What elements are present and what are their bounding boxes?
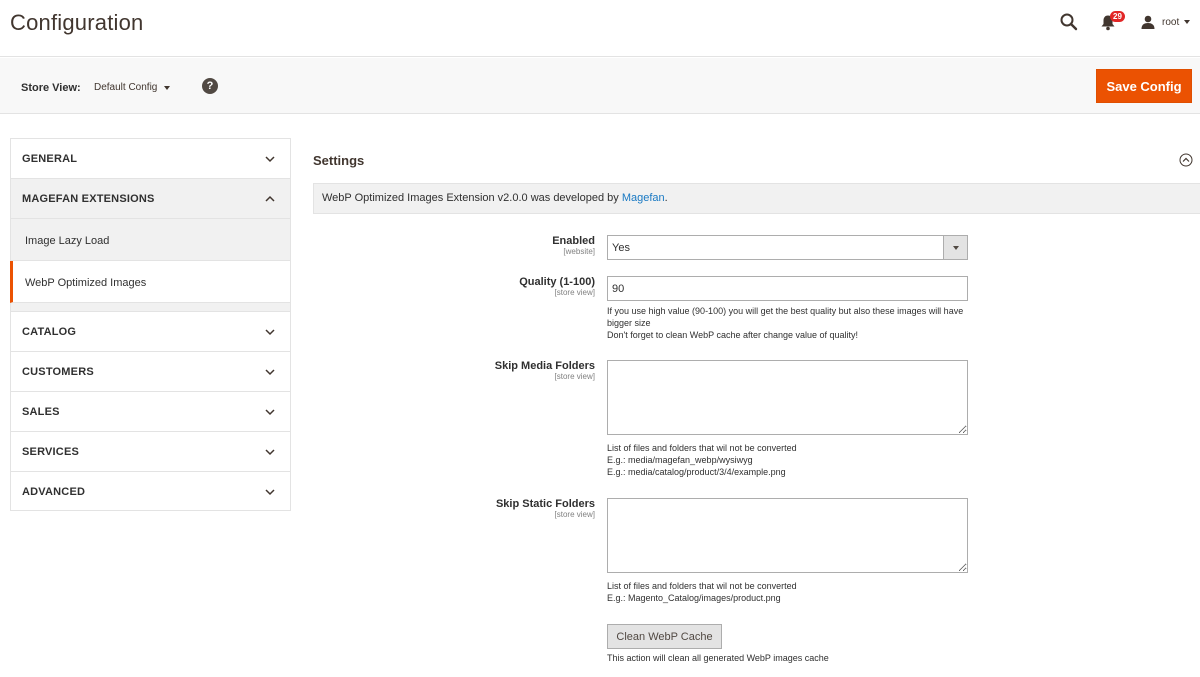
extension-info-text: WebP Optimized Images Extension v2.0.0 w… [322, 192, 668, 204]
sidebar-item-webp-optimized-images[interactable]: WebP Optimized Images [10, 261, 290, 303]
chevron-down-icon [265, 329, 275, 336]
quality-scope: [store view] [554, 288, 595, 297]
enabled-label: Enabled [552, 235, 595, 247]
sidebar-section-general[interactable]: GENERAL [10, 138, 291, 178]
extension-info-bar: WebP Optimized Images Extension v2.0.0 w… [313, 183, 1200, 214]
sidebar-section-customers[interactable]: CUSTOMERS [10, 351, 291, 391]
user-icon [1141, 15, 1155, 29]
quality-note: If you use high value (90-100) you will … [607, 306, 964, 340]
chevron-down-icon [265, 449, 275, 456]
skip-media-label: Skip Media Folders [494, 360, 595, 372]
skip-media-folders-textarea[interactable] [607, 360, 968, 435]
sidebar-section-label: ADVANCED [22, 486, 86, 498]
user-name: root [1162, 16, 1180, 28]
magefan-link[interactable]: Magefan [622, 192, 665, 204]
skip-static-note: List of files and folders that wil not b… [607, 581, 797, 603]
submenu-spacer [11, 303, 290, 311]
chevron-down-icon [265, 369, 275, 376]
chevron-down-icon [265, 156, 275, 163]
sidebar-item-label: WebP Optimized Images [25, 277, 147, 289]
search-icon[interactable] [1059, 12, 1079, 32]
store-view-toolbar [0, 58, 1200, 114]
sidebar-submenu: Image Lazy Load WebP Optimized Images [10, 218, 291, 311]
quality-input[interactable] [607, 276, 968, 301]
enabled-select[interactable]: Yes [607, 235, 968, 260]
notifications-count-badge: 29 [1110, 11, 1125, 22]
settings-section-title[interactable]: Settings [313, 153, 364, 168]
sidebar-section-label: GENERAL [22, 153, 78, 165]
user-menu[interactable]: root [1141, 12, 1191, 32]
chevron-down-icon [164, 85, 171, 90]
chevron-down-icon [943, 236, 967, 259]
chevron-down-icon [1184, 20, 1191, 24]
store-view-dropdown[interactable]: Default Config [94, 82, 171, 93]
sidebar-section-label: SERVICES [22, 446, 80, 458]
enabled-label-block: Enabled [website] [395, 235, 595, 256]
collapse-section-icon[interactable] [1179, 153, 1193, 167]
sidebar-section-label: CUSTOMERS [22, 366, 94, 378]
sidebar-section-label: SALES [22, 406, 60, 418]
sidebar-section-catalog[interactable]: CATALOG [10, 311, 291, 351]
sidebar-section-label: CATALOG [22, 326, 77, 338]
skip-static-label: Skip Static Folders [495, 498, 595, 510]
enabled-select-value: Yes [612, 242, 630, 254]
skip-static-scope: [store view] [554, 510, 595, 519]
page-header: Configuration 29 root [0, 0, 1200, 57]
skip-media-label-block: Skip Media Folders [store view] [395, 360, 595, 381]
skip-media-note: List of files and folders that wil not b… [607, 443, 797, 477]
enabled-scope: [website] [563, 247, 595, 256]
save-config-button[interactable]: Save Config [1096, 69, 1192, 103]
clean-cache-note: This action will clean all generated Web… [607, 653, 829, 663]
chevron-down-icon [265, 409, 275, 416]
config-sidebar: GENERAL MAGEFAN EXTENSIONS Image Lazy Lo… [10, 138, 291, 511]
skip-static-label-block: Skip Static Folders [store view] [395, 498, 595, 519]
page-title: Configuration [10, 10, 144, 35]
sidebar-section-advanced[interactable]: ADVANCED [10, 471, 291, 511]
skip-static-folders-textarea[interactable] [607, 498, 968, 573]
chevron-up-icon [265, 195, 275, 202]
help-icon[interactable]: ? [202, 78, 218, 94]
sidebar-section-services[interactable]: SERVICES [10, 431, 291, 471]
skip-media-scope: [store view] [554, 372, 595, 381]
sidebar-section-sales[interactable]: SALES [10, 391, 291, 431]
quality-label-block: Quality (1-100) [store view] [395, 276, 595, 297]
store-view-value: Default Config [94, 82, 158, 93]
store-view-label: Store View: [21, 82, 81, 94]
sidebar-section-label: MAGEFAN EXTENSIONS [22, 193, 155, 205]
chevron-down-icon [265, 489, 275, 496]
clean-webp-cache-button[interactable]: Clean WebP Cache [607, 624, 722, 649]
quality-label: Quality (1-100) [519, 276, 595, 288]
sidebar-item-image-lazy-load[interactable]: Image Lazy Load [11, 219, 290, 261]
sidebar-item-label: Image Lazy Load [25, 235, 110, 247]
notifications-bell-icon[interactable]: 29 [1100, 11, 1125, 32]
sidebar-section-magefan-extensions[interactable]: MAGEFAN EXTENSIONS [10, 178, 291, 218]
